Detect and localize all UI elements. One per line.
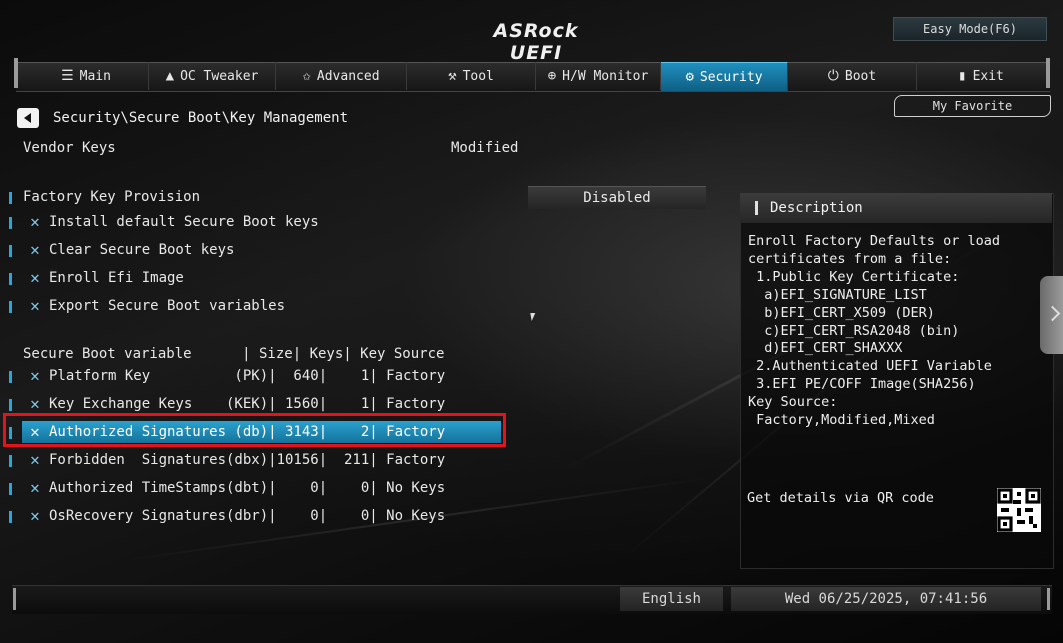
item-marker [9, 371, 12, 383]
tab-exit[interactable]: ▮ Exit [917, 62, 1045, 90]
nav-right-cap [1046, 58, 1050, 88]
export-variables-item[interactable]: Export Secure Boot variables [49, 298, 285, 314]
item-marker [9, 192, 12, 204]
selection-annotation-box [3, 413, 506, 447]
item-marker [9, 399, 12, 411]
item-marker [9, 273, 12, 285]
footer-right-cap [1047, 588, 1050, 610]
tab-advanced[interactable]: ✩ Advanced [276, 62, 407, 90]
tab-label: H/W Monitor [562, 68, 649, 84]
tab-label: Tool [462, 68, 494, 84]
footer-left-cap [13, 588, 16, 610]
qr-label: Get details via QR code [747, 490, 934, 506]
wrench-icon: ✕ [30, 296, 40, 315]
tab-label: Boot [844, 68, 877, 84]
asrock-uefi-logo: ASRock UEFI [493, 20, 579, 64]
power-icon: ⏻ [827, 68, 839, 84]
factory-key-provision-select[interactable]: Disabled [528, 186, 706, 209]
breadcrumb: Security\Secure Boot\Key Management [53, 110, 349, 126]
item-marker [9, 455, 12, 467]
back-button[interactable] [17, 108, 39, 128]
exit-icon: ▮ [958, 68, 967, 84]
wrench-icon: ✕ [30, 268, 40, 287]
install-default-keys-item[interactable]: Install default Secure Boot keys [49, 214, 319, 230]
description-body: Enroll Factory Defaults or load certific… [748, 233, 1000, 429]
nav-left-cap [14, 58, 18, 88]
item-marker [9, 245, 12, 257]
table-row-dbx[interactable]: Forbidden Signatures(dbx)|10156| 211| Fa… [49, 452, 445, 468]
tab-tool[interactable]: ⚒ Tool [407, 62, 536, 90]
wrench-icon: ✕ [30, 366, 40, 385]
table-row-kek[interactable]: Key Exchange Keys (KEK)| 1560| 1| Factor… [49, 396, 445, 412]
tab-label: Advanced [316, 68, 380, 84]
tab-label: Security [699, 69, 763, 85]
vendor-keys-label: Vendor Keys [23, 140, 116, 156]
star-icon: ✩ [302, 68, 311, 84]
enroll-efi-image-item[interactable]: Enroll Efi Image [49, 270, 184, 286]
description-marker [755, 201, 758, 215]
side-panel-toggle[interactable] [1040, 276, 1063, 354]
qr-code-icon [997, 488, 1041, 532]
factory-key-provision-label[interactable]: Factory Key Provision [23, 189, 200, 205]
tab-label: Main [79, 68, 111, 84]
item-marker [9, 217, 12, 229]
wrench-icon: ✕ [30, 478, 40, 497]
tab-oc-tweaker[interactable]: ▲ OC Tweaker [149, 62, 276, 90]
item-marker [9, 511, 12, 523]
datetime-display: Wed 06/25/2025, 07:41:56 [731, 587, 1041, 611]
tab-label: OC Tweaker [180, 68, 259, 84]
language-selector[interactable]: English [620, 587, 723, 611]
wrench-icon: ✕ [30, 240, 40, 259]
tab-hw-monitor[interactable]: ⊕ H/W Monitor [536, 62, 661, 90]
table-row-pk[interactable]: Platform Key (PK)| 640| 1| Factory [49, 368, 445, 384]
easy-mode-button[interactable]: Easy Mode(F6) [893, 17, 1047, 41]
wrench-icon: ✕ [30, 506, 40, 525]
crosshair-icon: ⊕ [547, 68, 557, 84]
tab-label: Exit [972, 68, 1004, 84]
my-favorite-button[interactable]: My Favorite [894, 95, 1051, 117]
clear-keys-item[interactable]: Clear Secure Boot keys [49, 242, 234, 258]
wrench-icon: ✕ [30, 394, 40, 413]
tab-boot[interactable]: ⏻ Boot [788, 62, 917, 90]
tab-main[interactable]: ☰ Main [24, 62, 149, 90]
shield-icon: ⚙ [685, 69, 694, 85]
item-marker [9, 483, 12, 495]
vendor-keys-value: Modified [451, 140, 519, 156]
description-title: Description [770, 200, 863, 216]
wrench-icon: ✕ [30, 212, 40, 231]
table-row-dbr[interactable]: OsRecovery Signatures(dbr)| 0| 0| No Key… [49, 508, 445, 524]
tab-security[interactable]: ⚙ Security [661, 62, 788, 91]
wrench-icon: ✕ [30, 450, 40, 469]
list-icon: ☰ [61, 68, 74, 84]
rocket-icon: ▲ [165, 68, 175, 84]
table-row-dbt[interactable]: Authorized TimeStamps(dbt)| 0| 0| No Key… [49, 480, 445, 496]
table-header: Secure Boot variable | Size| Keys| Key S… [23, 346, 445, 362]
item-marker [9, 301, 12, 313]
tool-icon: ⚒ [448, 68, 457, 84]
